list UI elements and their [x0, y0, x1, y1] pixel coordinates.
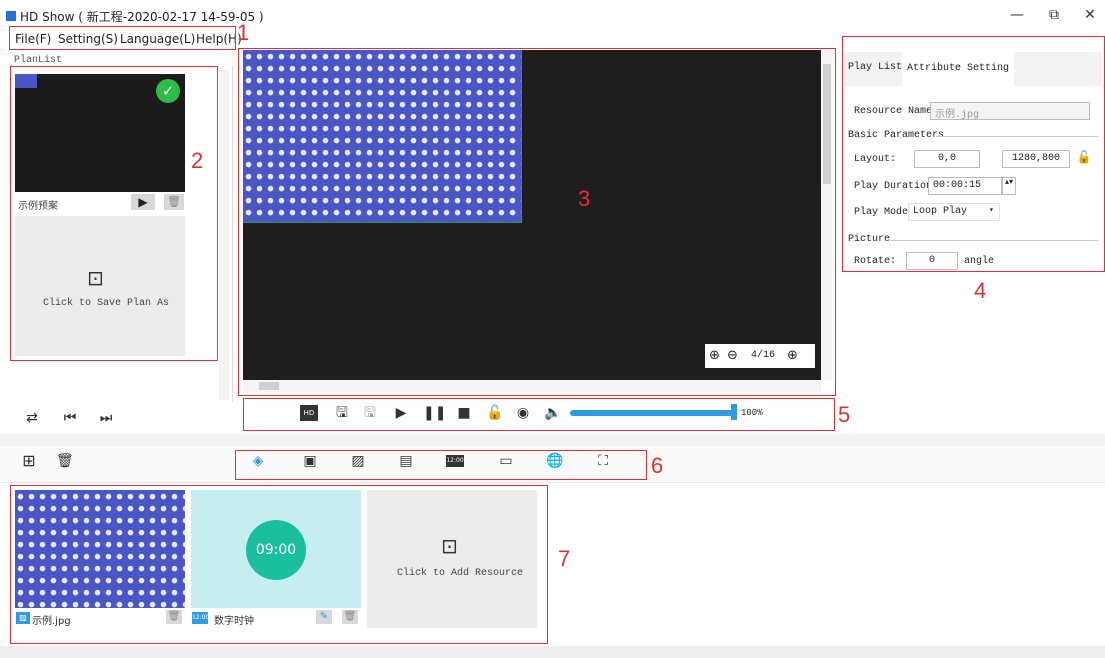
annotation-label-6: 6: [651, 453, 664, 478]
annotation-label-7: 7: [558, 546, 571, 571]
trash-icon[interactable]: 🗑: [56, 453, 74, 469]
annotation-label-5: 5: [838, 402, 851, 427]
annotation-box-6: [235, 450, 647, 480]
maximize-button[interactable]: ⧉: [1040, 6, 1068, 24]
previous-icon[interactable]: ⏮: [62, 410, 78, 426]
loop-icon[interactable]: ⇄: [24, 410, 40, 426]
title-bar: HD Show ( 新工程-2020-02-17 14-59-05 ) — ⧉ …: [0, 0, 1105, 28]
planlist-label: PlanList: [14, 55, 63, 66]
annotation-label-2: 2: [191, 148, 204, 173]
app-logo-icon: [6, 11, 16, 21]
annotation-box-4: [842, 36, 1105, 272]
status-bar: [0, 646, 1105, 658]
annotation-label-1: 1: [237, 20, 250, 45]
annotation-box-3: [238, 48, 836, 396]
annotation-box-1: [9, 26, 236, 50]
panel-divider: [0, 434, 1105, 446]
add-folder-icon[interactable]: ⊞: [20, 453, 38, 469]
next-icon[interactable]: ⏭: [98, 410, 114, 426]
minimize-button[interactable]: —: [1003, 6, 1031, 24]
annotation-box-5: [243, 398, 835, 431]
planlist-scrollbar[interactable]: [219, 70, 229, 400]
annotation-box-2: [10, 66, 218, 361]
annotation-label-3: 3: [578, 186, 591, 211]
annotation-box-7: [10, 485, 548, 644]
annotation-label-4: 4: [974, 278, 987, 303]
window-title: HD Show ( 新工程-2020-02-17 14-59-05 ): [20, 10, 264, 24]
close-button[interactable]: ✕: [1076, 6, 1104, 24]
